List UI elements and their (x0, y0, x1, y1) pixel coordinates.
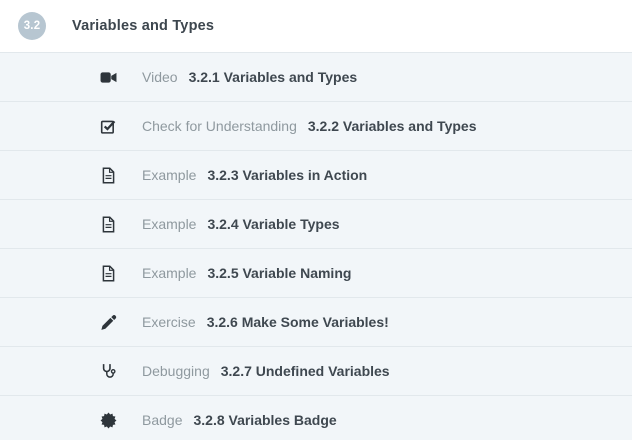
lesson-row[interactable]: Debugging 3.2.7 Undefined Variables (0, 346, 632, 395)
lesson-title-link[interactable]: 3.2.5 Variable Naming (207, 265, 351, 281)
lesson-row[interactable]: Exercise 3.2.6 Make Some Variables! (0, 297, 632, 346)
lesson-list: Video 3.2.1 Variables and Types Check fo… (0, 52, 632, 440)
lesson-title-link[interactable]: 3.2.6 Make Some Variables! (207, 314, 389, 330)
lesson-title-link[interactable]: 3.2.4 Variable Types (207, 216, 339, 232)
module-header: 3.2 Variables and Types (0, 0, 632, 52)
lesson-row[interactable]: Badge 3.2.8 Variables Badge (0, 395, 632, 440)
lesson-type-label: Check for Understanding (142, 118, 297, 134)
lesson-type-label: Badge (142, 412, 182, 428)
module-number-badge: 3.2 (18, 12, 46, 40)
course-module-panel: 3.2 Variables and Types Video 3.2.1 Vari… (0, 0, 632, 440)
lesson-title-link[interactable]: 3.2.1 Variables and Types (189, 69, 358, 85)
lesson-row[interactable]: Example 3.2.4 Variable Types (0, 199, 632, 248)
badge-icon (100, 412, 117, 429)
document-icon (100, 167, 117, 184)
lesson-type-label: Example (142, 216, 196, 232)
lesson-row[interactable]: Video 3.2.1 Variables and Types (0, 52, 632, 101)
lesson-row[interactable]: Example 3.2.5 Variable Naming (0, 248, 632, 297)
video-icon (100, 69, 117, 86)
lesson-title-link[interactable]: 3.2.7 Undefined Variables (221, 363, 390, 379)
check-square-icon (100, 118, 117, 135)
module-title: Variables and Types (72, 18, 214, 34)
lesson-row[interactable]: Check for Understanding 3.2.2 Variables … (0, 101, 632, 150)
lesson-type-label: Exercise (142, 314, 196, 330)
pencil-icon (100, 314, 117, 331)
lesson-type-label: Example (142, 167, 196, 183)
document-icon (100, 265, 117, 282)
lesson-title-link[interactable]: 3.2.3 Variables in Action (207, 167, 367, 183)
lesson-type-label: Debugging (142, 363, 210, 379)
document-icon (100, 216, 117, 233)
lesson-type-label: Example (142, 265, 196, 281)
lesson-row[interactable]: Example 3.2.3 Variables in Action (0, 150, 632, 199)
lesson-title-link[interactable]: 3.2.2 Variables and Types (308, 118, 477, 134)
lesson-type-label: Video (142, 69, 178, 85)
lesson-title-link[interactable]: 3.2.8 Variables Badge (193, 412, 336, 428)
stethoscope-icon (100, 363, 117, 380)
